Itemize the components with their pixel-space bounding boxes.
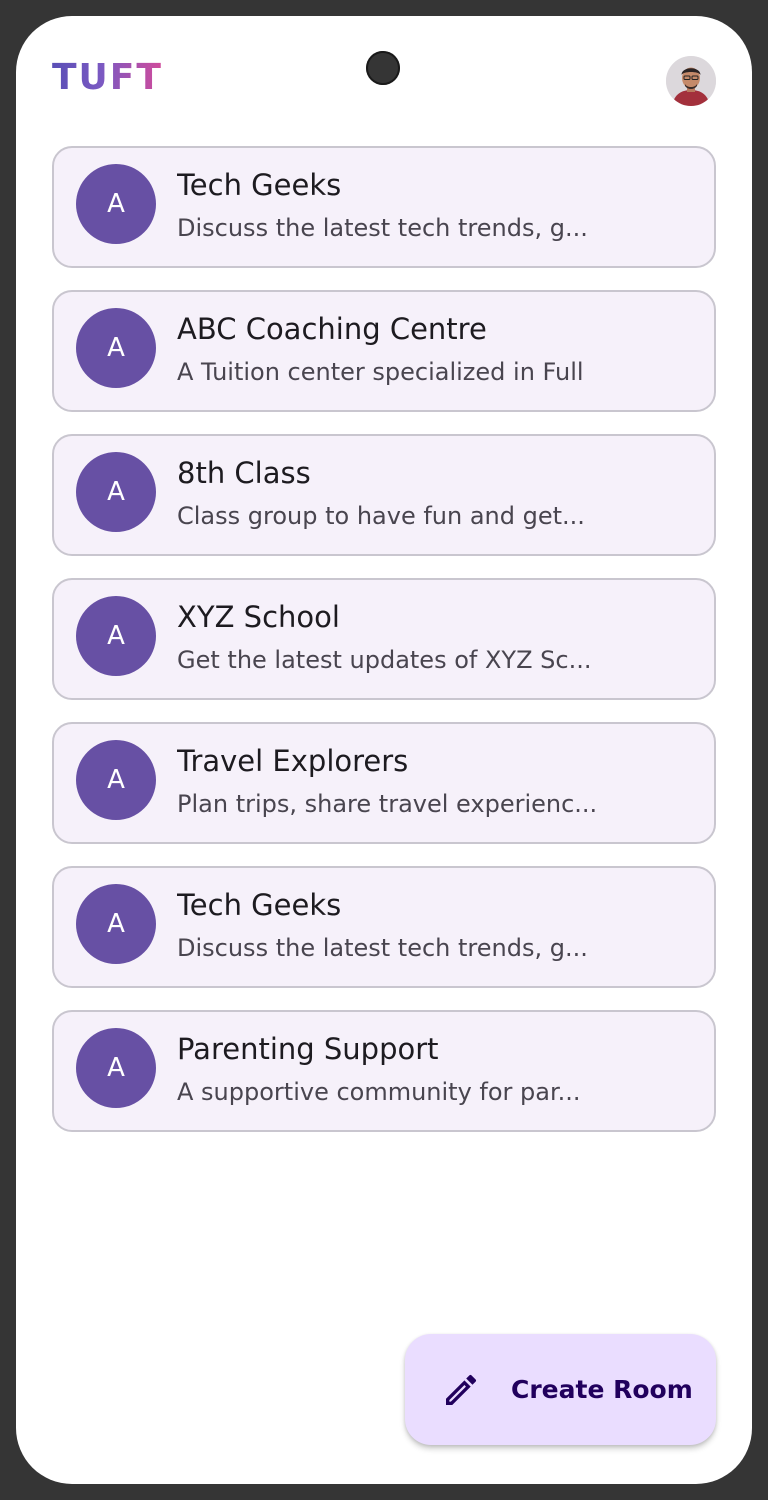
room-card[interactable]: A Tech Geeks Discuss the latest tech tre… (52, 866, 716, 988)
room-title: 8th Class (177, 456, 311, 490)
profile-avatar[interactable] (666, 56, 716, 106)
room-card[interactable]: A Parenting Support A supportive communi… (52, 1010, 716, 1132)
room-description: A supportive community for par... (177, 1078, 581, 1106)
room-avatar: A (76, 452, 156, 532)
room-description: Class group to have fun and get... (177, 502, 585, 530)
create-room-button[interactable]: Create Room (405, 1334, 716, 1445)
room-title: Parenting Support (177, 1032, 439, 1066)
room-avatar: A (76, 884, 156, 964)
room-description: A Tuition center specialized in Full (177, 358, 584, 386)
room-title: Tech Geeks (177, 168, 342, 202)
room-card[interactable]: A ABC Coaching Centre A Tuition center s… (52, 290, 716, 412)
room-card[interactable]: A 8th Class Class group to have fun and … (52, 434, 716, 556)
front-camera (366, 51, 400, 85)
room-avatar: A (76, 164, 156, 244)
room-title: ABC Coaching Centre (177, 312, 487, 346)
room-description: Plan trips, share travel experienc... (177, 790, 598, 818)
room-avatar: A (76, 308, 156, 388)
room-avatar: A (76, 596, 156, 676)
room-avatar: A (76, 1028, 156, 1108)
room-description: Discuss the latest tech trends, g... (177, 214, 588, 242)
room-title: Travel Explorers (177, 744, 409, 778)
room-description: Get the latest updates of XYZ Sc... (177, 646, 592, 674)
room-avatar: A (76, 740, 156, 820)
room-list: A Tech Geeks Discuss the latest tech tre… (52, 146, 716, 1154)
room-title: XYZ School (177, 600, 340, 634)
app-logo: TUFT (52, 52, 163, 104)
user-avatar-icon (666, 56, 716, 106)
room-card[interactable]: A XYZ School Get the latest updates of X… (52, 578, 716, 700)
room-card[interactable]: A Tech Geeks Discuss the latest tech tre… (52, 146, 716, 268)
phone-screen: TUFT A Tech Geeks Discuss the latest tec… (16, 16, 752, 1484)
create-room-label: Create Room (511, 1375, 693, 1404)
room-card[interactable]: A Travel Explorers Plan trips, share tra… (52, 722, 716, 844)
room-title: Tech Geeks (177, 888, 342, 922)
room-description: Discuss the latest tech trends, g... (177, 934, 588, 962)
pencil-icon (446, 1374, 477, 1405)
